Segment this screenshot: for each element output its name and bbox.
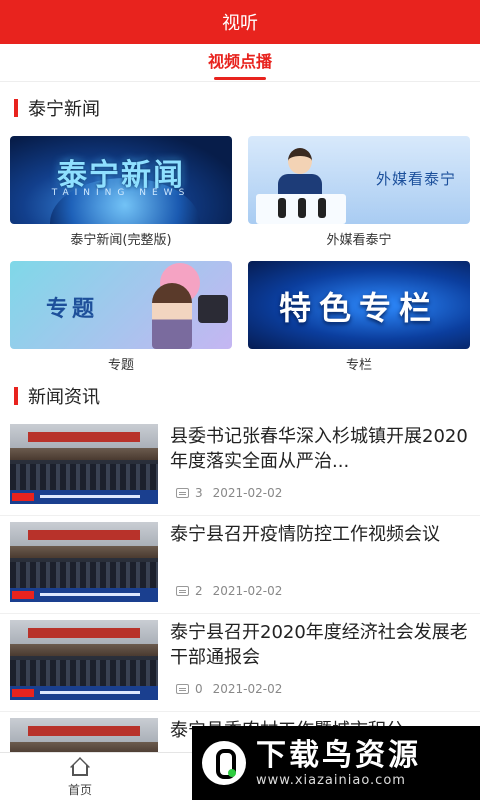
- news-meta: 3 2021-02-02: [176, 486, 282, 500]
- video-card-topic[interactable]: 专题 专题: [10, 261, 232, 373]
- comment-count: 0: [195, 682, 203, 696]
- video-card-label: 专栏: [345, 358, 372, 373]
- news-title: 县委书记张春华深入杉城镇开展2020年度落实全面从严治...: [170, 426, 468, 472]
- comment-icon: [176, 488, 189, 498]
- comment-count: 2: [195, 584, 203, 598]
- comment-icon: [176, 684, 189, 694]
- section-header-news: 新闻资讯: [0, 376, 480, 416]
- video-card-label: 专题: [107, 358, 134, 373]
- nav-home-label: 首页: [67, 783, 92, 797]
- comment-icon: [176, 586, 189, 596]
- video-thumbnail: 外媒看泰宁: [248, 136, 470, 224]
- video-thumbnail: 专题: [10, 261, 232, 349]
- section-title: 新闻资讯: [28, 387, 100, 408]
- thumbnail-title: 外媒看泰宁: [375, 170, 456, 188]
- tab-label: 视频点播: [207, 52, 272, 71]
- nav-home-button[interactable]: 首页: [50, 757, 110, 799]
- microphone-icon: [278, 198, 286, 218]
- microphone-icon: [298, 198, 306, 218]
- video-card-taining-news[interactable]: 泰宁新闻 TAINING NEWS 泰宁新闻(完整版): [10, 136, 232, 248]
- news-title: 泰宁县召开疫情防控工作视频会议: [170, 524, 440, 545]
- section-accent-bar: [14, 99, 18, 117]
- meeting-photo: [10, 522, 158, 602]
- news-thumbnail: [10, 620, 158, 700]
- news-list-item[interactable]: 泰宁县召开疫情防控工作视频会议 2 2021-02-02: [0, 518, 480, 614]
- video-card-label: 外媒看泰宁: [326, 233, 392, 248]
- watermark-title: 下载鸟资源: [256, 737, 421, 773]
- video-card-foreign-media[interactable]: 外媒看泰宁 外媒看泰宁: [248, 136, 470, 248]
- home-icon: [68, 757, 92, 777]
- tab-active-indicator: [213, 77, 266, 80]
- video-thumbnail: 泰宁新闻 TAINING NEWS: [10, 136, 232, 224]
- meeting-photo: [10, 620, 158, 700]
- microphone-icon: [318, 198, 326, 218]
- camera-icon: [198, 295, 228, 323]
- top-bar: 视听: [0, 0, 480, 44]
- news-meta: 0 2021-02-02: [176, 682, 282, 696]
- watermark-banner: 下载鸟资源 www.xiazainiao.com: [192, 726, 480, 800]
- thumbnail-subtitle: TAINING NEWS: [51, 188, 191, 198]
- page-title: 视听: [222, 13, 258, 34]
- news-date: 2021-02-02: [212, 486, 283, 500]
- meeting-photo: [10, 424, 158, 504]
- section-header-video: 泰宁新闻: [0, 88, 480, 128]
- video-card-column[interactable]: 特色专栏 专栏: [248, 261, 470, 373]
- anchor-illustration: [288, 148, 312, 174]
- tab-bar: 视频点播: [0, 44, 480, 82]
- news-date: 2021-02-02: [212, 584, 283, 598]
- anchor-body-illustration: [278, 174, 322, 196]
- tab-video-on-demand[interactable]: 视频点播: [208, 44, 272, 82]
- news-meta: 2 2021-02-02: [176, 584, 282, 598]
- news-title: 泰宁县召开2020年度经济社会发展老干部通报会: [170, 622, 468, 668]
- video-thumbnail: 特色专栏: [248, 261, 470, 349]
- news-list-item[interactable]: 泰宁县召开2020年度经济社会发展老干部通报会 0 2021-02-02: [0, 616, 480, 712]
- news-list-item[interactable]: 县委书记张春华深入杉城镇开展2020年度落实全面从严治... 3 2021-02…: [0, 420, 480, 516]
- watermark-url: www.xiazainiao.com: [256, 772, 406, 788]
- section-accent-bar: [14, 387, 18, 405]
- news-thumbnail: [10, 522, 158, 602]
- comment-count: 3: [195, 486, 203, 500]
- reporter-illustration: [152, 283, 192, 349]
- watermark-logo-icon: [202, 741, 246, 785]
- news-thumbnail: [10, 424, 158, 504]
- thumbnail-title: 特色专栏: [278, 289, 439, 327]
- thumbnail-title: 专题: [46, 297, 99, 322]
- section-title: 泰宁新闻: [28, 99, 100, 120]
- news-date: 2021-02-02: [212, 682, 283, 696]
- video-card-label: 泰宁新闻(完整版): [70, 233, 172, 248]
